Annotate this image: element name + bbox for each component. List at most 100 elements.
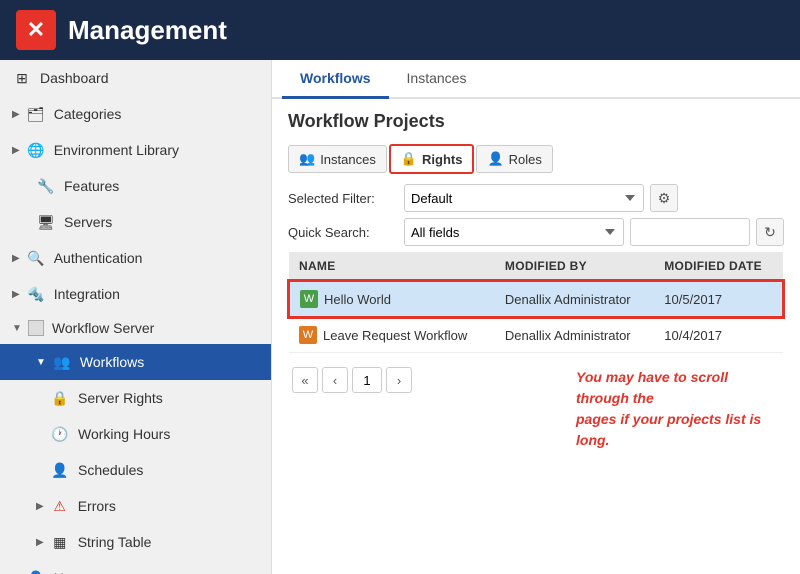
sidebar-label-workflows: Workflows	[80, 354, 144, 370]
sidebar-item-server-rights[interactable]: 🔒 Server Rights	[0, 380, 271, 416]
sidebar-label-working-hours: Working Hours	[78, 426, 170, 442]
env-library-icon: 🌐	[26, 140, 46, 160]
sub-tabs: 👥 Instances 🔒 Rights 👤 Roles	[288, 144, 784, 174]
filter-row-selected: Selected Filter: Default ⚙	[288, 184, 784, 212]
sidebar: ⊞ Dashboard ▶ 🗂 Categories ▶ 🌐 Environme…	[0, 60, 272, 574]
app-logo	[16, 10, 56, 50]
selected-filter-select[interactable]: Default	[404, 184, 644, 212]
quick-search-label: Quick Search:	[288, 225, 398, 240]
row-name-cell: W Leave Request Workflow	[289, 317, 495, 353]
sidebar-label-categories: Categories	[54, 106, 122, 122]
main-layout: ⊞ Dashboard ▶ 🗂 Categories ▶ 🌐 Environme…	[0, 60, 800, 574]
sidebar-item-integration[interactable]: ▶ 🔩 Integration	[0, 276, 271, 312]
sub-tab-rights-label: Rights	[422, 152, 462, 167]
schedules-icon: 👤	[50, 460, 70, 480]
row-icon-1: W	[300, 290, 318, 308]
features-icon: 🔧	[36, 176, 56, 196]
sidebar-item-categories[interactable]: ▶ 🗂 Categories	[0, 96, 271, 132]
quick-search-field-select[interactable]: All fields	[404, 218, 624, 246]
row-modified-date-cell: 10/5/2017	[654, 281, 783, 317]
workflow-table: NAME MODIFIED BY MODIFIED DATE W Hello W…	[288, 252, 784, 353]
row-modified-by-cell: Denallix Administrator	[495, 281, 654, 317]
sidebar-label-integration: Integration	[54, 286, 120, 302]
row-name-cell: W Hello World	[289, 281, 495, 317]
top-tabs: Workflows Instances	[272, 60, 800, 99]
sidebar-label-auth: Authentication	[54, 250, 143, 266]
sub-tab-roles[interactable]: 👤 Roles	[476, 145, 552, 173]
string-table-icon: ▦	[50, 532, 70, 552]
table-row[interactable]: W Leave Request Workflow Denallix Admini…	[289, 317, 783, 353]
sidebar-label-features: Features	[64, 178, 119, 194]
sidebar-label-schedules: Schedules	[78, 462, 143, 478]
first-page-button[interactable]: «	[292, 367, 318, 393]
chevron-icon: ▶	[36, 537, 44, 548]
row-modified-by-cell: Denallix Administrator	[495, 317, 654, 353]
page-title: Workflow Projects	[288, 111, 784, 132]
sub-tab-instances-label: Instances	[320, 152, 376, 167]
chevron-icon: ▶	[12, 109, 20, 120]
sidebar-label-dashboard: Dashboard	[40, 70, 109, 86]
search-input[interactable]	[630, 218, 750, 246]
users-icon: 👤	[26, 568, 46, 574]
row-modified-date-cell: 10/4/2017	[654, 317, 783, 353]
errors-icon: ⚠	[50, 496, 70, 516]
sidebar-label-server-rights: Server Rights	[78, 390, 163, 406]
scroll-note: You may have to scroll through the pages…	[576, 367, 784, 451]
refresh-button[interactable]: ↻	[756, 218, 784, 246]
sidebar-label-workflow-server: Workflow Server	[52, 320, 154, 336]
prev-page-button[interactable]: ‹	[322, 367, 348, 393]
chevron-icon: ▶	[12, 289, 20, 300]
app-title: Management	[68, 15, 227, 46]
auth-icon: 🔍	[26, 248, 46, 268]
sidebar-label-env-library: Environment Library	[54, 142, 179, 158]
next-page-button[interactable]: ›	[386, 367, 412, 393]
sidebar-item-authentication[interactable]: ▶ 🔍 Authentication	[0, 240, 271, 276]
filter-settings-button[interactable]: ⚙	[650, 184, 678, 212]
sub-tab-rights[interactable]: 🔒 Rights	[389, 144, 475, 174]
sidebar-item-string-table[interactable]: ▶ ▦ String Table	[0, 524, 271, 560]
tab-instances[interactable]: Instances	[389, 60, 485, 99]
working-hours-icon: 🕐	[50, 424, 70, 444]
app-header: Management	[0, 0, 800, 60]
col-header-modified-by: MODIFIED BY	[495, 252, 654, 281]
row-icon-2: W	[299, 326, 317, 344]
sidebar-item-workflows[interactable]: ▼ 👥 Workflows	[0, 344, 271, 380]
workflows-icon: 👥	[52, 352, 72, 372]
workflow-server-icon	[28, 320, 44, 336]
server-rights-icon: 🔒	[50, 388, 70, 408]
chevron-icon: ▼	[12, 323, 22, 334]
instances-tab-icon: 👥	[299, 151, 315, 167]
page-number-input[interactable]	[352, 367, 382, 393]
col-header-name: NAME	[289, 252, 495, 281]
sidebar-item-schedules[interactable]: 👤 Schedules	[0, 452, 271, 488]
filter-row-quick-search: Quick Search: All fields ↻	[288, 218, 784, 246]
sidebar-item-environment-library[interactable]: ▶ 🌐 Environment Library	[0, 132, 271, 168]
categories-icon: 🗂	[26, 104, 46, 124]
pagination: « ‹ ›	[288, 359, 416, 401]
sidebar-item-working-hours[interactable]: 🕐 Working Hours	[0, 416, 271, 452]
sidebar-item-workflow-server[interactable]: ▼ Workflow Server	[0, 312, 271, 344]
sub-tab-instances[interactable]: 👥 Instances	[288, 145, 387, 173]
content-body: Workflow Projects 👥 Instances 🔒 Rights 👤…	[272, 99, 800, 574]
tab-workflows[interactable]: Workflows	[282, 60, 389, 99]
rights-tab-icon: 🔒	[401, 151, 417, 167]
chevron-icon: ▼	[36, 357, 46, 368]
dashboard-icon: ⊞	[12, 68, 32, 88]
sidebar-item-users[interactable]: ▶ 👤 Users	[0, 560, 271, 574]
sidebar-item-errors[interactable]: ▶ ⚠ Errors	[0, 488, 271, 524]
col-header-modified-date: MODIFIED DATE	[654, 252, 783, 281]
sidebar-label-users: Users	[54, 570, 91, 574]
table-row[interactable]: W Hello World Denallix Administrator 10/…	[289, 281, 783, 317]
selected-filter-label: Selected Filter:	[288, 191, 398, 206]
chevron-icon: ▶	[36, 501, 44, 512]
sidebar-item-dashboard[interactable]: ⊞ Dashboard	[0, 60, 271, 96]
sidebar-item-servers[interactable]: 🖥 Servers	[0, 204, 271, 240]
roles-tab-icon: 👤	[487, 151, 503, 167]
sub-tab-roles-label: Roles	[509, 152, 542, 167]
servers-icon: 🖥	[36, 212, 56, 232]
chevron-icon: ▶	[12, 145, 20, 156]
content-area: Workflows Instances Workflow Projects 👥 …	[272, 60, 800, 574]
integration-icon: 🔩	[26, 284, 46, 304]
sidebar-item-features[interactable]: 🔧 Features	[0, 168, 271, 204]
sidebar-label-string-table: String Table	[78, 534, 152, 550]
